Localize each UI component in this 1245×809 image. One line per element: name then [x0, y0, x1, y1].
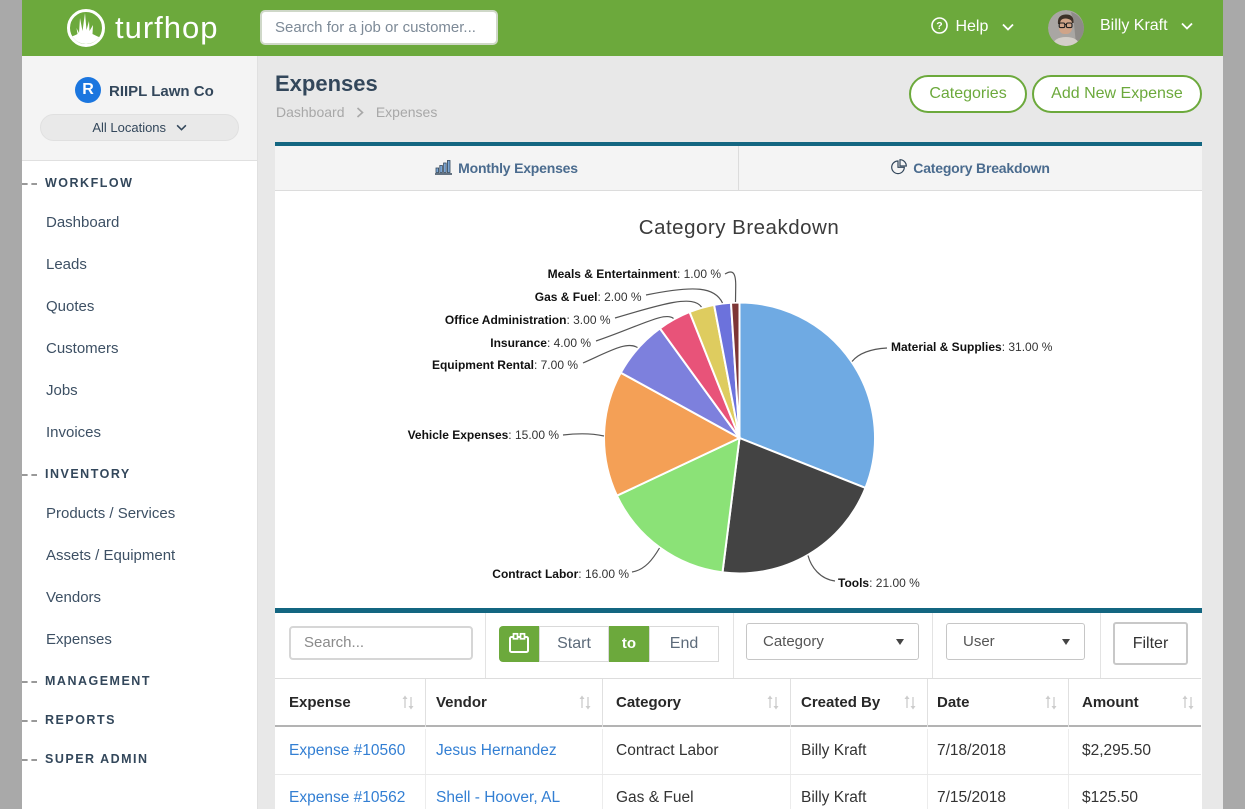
svg-text:?: ?: [936, 20, 942, 32]
svg-text:Contract Labor: 16.00 %: Contract Labor: 16.00 %: [492, 567, 629, 581]
svg-text:Gas & Fuel: 2.00 %: Gas & Fuel: 2.00 %: [535, 290, 642, 304]
svg-text:Vehicle Expenses: 15.00 %: Vehicle Expenses: 15.00 %: [408, 428, 560, 442]
svg-text:Tools: 21.00 %: Tools: 21.00 %: [838, 576, 920, 590]
svg-text:Meals & Entertainment: 1.00 %: Meals & Entertainment: 1.00 %: [548, 267, 722, 281]
svg-text:Material & Supplies: 31.00 %: Material & Supplies: 31.00 %: [891, 340, 1053, 354]
svg-text:Equipment Rental: 7.00 %: Equipment Rental: 7.00 %: [432, 358, 578, 372]
svg-text:Category Breakdown: Category Breakdown: [639, 216, 839, 239]
svg-text:Office Administration: 3.00 %: Office Administration: 3.00 %: [445, 313, 611, 327]
svg-text:Insurance: 4.00 %: Insurance: 4.00 %: [490, 336, 591, 350]
